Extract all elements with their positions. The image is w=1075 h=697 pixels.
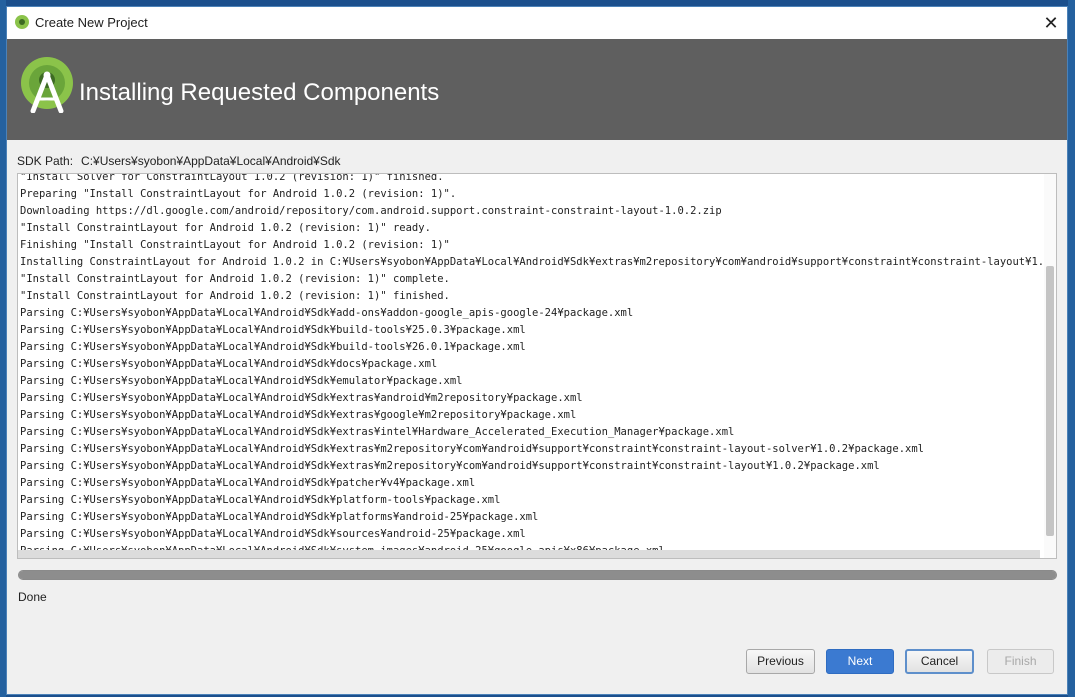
log-line: Downloading https://dl.google.com/androi… (20, 205, 722, 217)
horizontal-scroll-thumb[interactable] (18, 550, 1040, 558)
log-line: "Install ConstraintLayout for Android 1.… (20, 222, 431, 234)
log-line: Parsing C:¥Users¥syobon¥AppData¥Local¥An… (20, 443, 924, 455)
title-bar: Create New Project ✕ (7, 7, 1067, 39)
android-studio-logo-icon (21, 57, 73, 113)
close-button[interactable]: ✕ (1035, 7, 1067, 39)
log-line: Parsing C:¥Users¥syobon¥AppData¥Local¥An… (20, 375, 463, 387)
log-line: Parsing C:¥Users¥syobon¥AppData¥Local¥An… (20, 494, 501, 506)
log-line: Parsing C:¥Users¥syobon¥AppData¥Local¥An… (20, 392, 583, 404)
log-line: Installing ConstraintLayout for Android … (20, 256, 1042, 268)
log-line: Parsing C:¥Users¥syobon¥AppData¥Local¥An… (20, 409, 577, 421)
sdk-path-row: SDK Path: C:¥Users¥syobon¥AppData¥Local¥A… (17, 154, 341, 168)
previous-button[interactable]: Previous (746, 649, 815, 674)
log-line: Parsing C:¥Users¥syobon¥AppData¥Local¥An… (20, 460, 880, 472)
android-studio-icon (15, 15, 29, 29)
install-log[interactable]: "Install Solver for ConstraintLayout 1.0… (17, 173, 1057, 559)
create-project-dialog: Create New Project ✕ Installing Requeste… (6, 6, 1068, 695)
desktop-background-right (1068, 0, 1075, 697)
log-line: Parsing C:¥Users¥syobon¥AppData¥Local¥An… (20, 358, 438, 370)
log-line: Parsing C:¥Users¥syobon¥AppData¥Local¥An… (20, 426, 735, 438)
cancel-button[interactable]: Cancel (905, 649, 974, 674)
vertical-scroll-thumb[interactable] (1046, 266, 1054, 536)
header-banner: Installing Requested Components (7, 39, 1067, 140)
status-text: Done (18, 590, 47, 604)
log-line: "Install ConstraintLayout for Android 1.… (20, 273, 450, 285)
sdk-path-value: C:¥Users¥syobon¥AppData¥Local¥Android¥Sd… (81, 154, 341, 168)
log-line: Finishing "Install ConstraintLayout for … (20, 239, 450, 251)
log-line: "Install Solver for ConstraintLayout 1.0… (20, 173, 444, 183)
next-button[interactable]: Next (826, 649, 894, 674)
log-line: Parsing C:¥Users¥syobon¥AppData¥Local¥An… (20, 477, 476, 489)
log-line: Parsing C:¥Users¥syobon¥AppData¥Local¥An… (20, 324, 526, 336)
log-line: Parsing C:¥Users¥syobon¥AppData¥Local¥An… (20, 511, 539, 523)
log-line: "Install ConstraintLayout for Android 1.… (20, 290, 450, 302)
vertical-scrollbar[interactable] (1044, 174, 1056, 558)
sdk-path-label: SDK Path: (17, 154, 74, 168)
log-line: Parsing C:¥Users¥syobon¥AppData¥Local¥An… (20, 307, 634, 319)
log-line: Parsing C:¥Users¥syobon¥AppData¥Local¥An… (20, 528, 526, 540)
finish-button[interactable]: Finish (987, 649, 1054, 674)
progress-bar (18, 570, 1057, 580)
log-line: Parsing C:¥Users¥syobon¥AppData¥Local¥An… (20, 341, 526, 353)
log-line: Preparing "Install ConstraintLayout for … (20, 188, 457, 200)
window-title: Create New Project (35, 15, 148, 30)
page-title: Installing Requested Components (79, 79, 440, 106)
log-lines: "Install Solver for ConstraintLayout 1.0… (19, 173, 1042, 558)
progress-fill (19, 571, 1056, 579)
